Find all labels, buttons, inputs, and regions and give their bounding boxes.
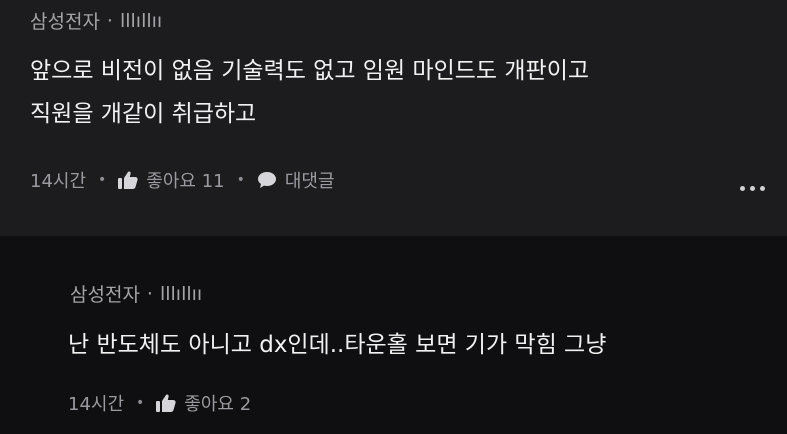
reply-body: 난 반도체도 아니고 dx인데..타운홀 보면 기가 막힘 그냥 <box>68 324 606 367</box>
reply-label: 대댓글 <box>284 171 335 192</box>
like-count: 좋아요 11 <box>146 171 225 192</box>
reply-comment: 삼성전자 · lllıllıı 난 반도체도 아니고 dx인데..타운홀 보면 … <box>0 236 787 434</box>
reply-button[interactable]: 대댓글 <box>257 167 335 193</box>
separator-dot: · <box>146 282 153 305</box>
reply-actions: 14시간 • 좋아요 2 <box>68 390 251 416</box>
more-dots-icon[interactable] <box>740 186 765 191</box>
author-nickname[interactable]: lllıllıı <box>160 283 202 305</box>
speech-bubble-icon <box>257 171 277 189</box>
comment-body: 앞으로 비전이 없음 기술력도 없고 임원 마인드도 개판이고 직원을 개같이 … <box>30 50 589 136</box>
comment-actions: 14시간 • 좋아요 11 • 대댓글 <box>30 167 335 193</box>
comment-line: 난 반도체도 아니고 dx인데..타운홀 보면 기가 막힘 그냥 <box>68 332 607 358</box>
author-company[interactable]: 삼성전자 <box>30 7 100 34</box>
timestamp: 14시간 <box>68 394 125 415</box>
comment-line: 직원을 개같이 취급하고 <box>30 101 257 127</box>
author-company[interactable]: 삼성전자 <box>70 280 140 307</box>
like-count: 좋아요 2 <box>184 394 252 415</box>
separator-dot: • <box>136 395 145 411</box>
comment-line: 앞으로 비전이 없음 기술력도 없고 임원 마인드도 개판이고 <box>30 58 590 84</box>
thumbs-up-icon <box>118 171 138 189</box>
comment: 삼성전자 · lllıllıı 앞으로 비전이 없음 기술력도 없고 임원 마인… <box>0 0 787 236</box>
like-button[interactable]: 좋아요 11 <box>118 167 225 193</box>
reply-header: 삼성전자 · lllıllıı <box>70 280 202 307</box>
like-button[interactable]: 좋아요 2 <box>156 390 251 416</box>
separator-dot: · <box>106 9 113 32</box>
separator-dot: • <box>98 172 107 188</box>
separator-dot: • <box>236 172 245 188</box>
comment-header: 삼성전자 · lllıllıı <box>30 7 162 34</box>
author-nickname[interactable]: lllıllıı <box>120 10 162 32</box>
thumbs-up-icon <box>156 394 176 412</box>
timestamp: 14시간 <box>30 171 87 192</box>
